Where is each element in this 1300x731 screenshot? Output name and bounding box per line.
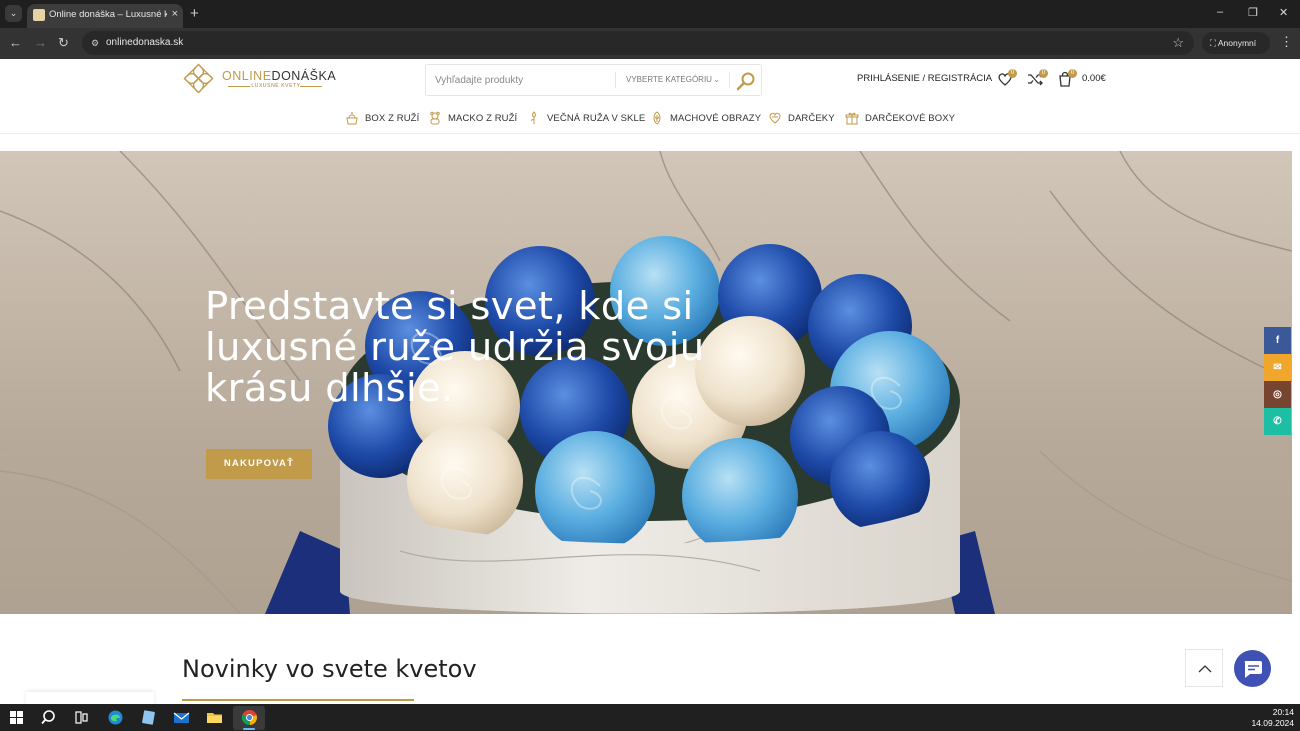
nav-item-label: DARČEKOVÉ BOXY bbox=[865, 112, 956, 124]
browser-menu-icon[interactable]: ⋮ bbox=[1280, 34, 1293, 50]
category-select-label: VYBERTE KATEGÓRIU bbox=[626, 75, 712, 84]
favicon-icon bbox=[33, 9, 45, 21]
nav-item-label: VEČNÁ RUŽA V SKLE bbox=[547, 112, 646, 124]
nav-item-label: BOX Z RUŽÍ bbox=[365, 112, 420, 124]
moss-frame-icon bbox=[653, 111, 661, 125]
search-form: VYBERTE KATEGÓRIU ⌄ bbox=[425, 64, 762, 96]
cart-total[interactable]: 0.00€ bbox=[1082, 73, 1106, 84]
section-underline bbox=[182, 699, 414, 701]
chevron-down-icon: ⌄ bbox=[713, 75, 720, 84]
shop-now-button[interactable]: NAKUPOVAŤ bbox=[206, 449, 312, 479]
nav-item-label: MACHOVÉ OBRAZY bbox=[670, 112, 762, 124]
close-window-button[interactable]: ✕ bbox=[1279, 6, 1288, 19]
incognito-icon: ⛶ bbox=[1210, 38, 1218, 48]
compare-count-badge: 0 bbox=[1039, 69, 1048, 78]
rose-box-icon bbox=[346, 112, 358, 125]
windows-taskbar: 20:14 14.09.2024 bbox=[0, 704, 1300, 731]
rose-dome-icon bbox=[531, 111, 536, 124]
browser-tab-bar: ⌄ Online donáška – Luxusné kvety × + – ❐… bbox=[0, 0, 1300, 28]
whatsapp-icon[interactable]: ✆ bbox=[1264, 408, 1291, 435]
logo-donaska: DONÁŠKA bbox=[271, 69, 337, 83]
site-info-icon[interactable]: ⚙ bbox=[88, 36, 102, 50]
nav-item-box-z-ruzi[interactable]: BOX Z RUŽÍ bbox=[345, 107, 419, 129]
nav-item-machove-obrazy[interactable]: MACHOVÉ OBRAZY bbox=[650, 107, 761, 129]
hero-heading: Predstavte si svet, kde si luxusné ruže … bbox=[205, 284, 705, 411]
facebook-share-icon[interactable]: f bbox=[1264, 327, 1291, 354]
edge-browser-icon[interactable] bbox=[107, 709, 124, 726]
mail-icon[interactable] bbox=[173, 709, 190, 726]
url-text[interactable]: onlinedonaska.sk bbox=[106, 37, 183, 48]
hero-banner: Predstavte si svet, kde si luxusné ruže … bbox=[0, 151, 1292, 614]
bookmark-star-icon[interactable]: ☆ bbox=[1172, 35, 1184, 51]
browser-tab[interactable]: Online donáška – Luxusné kvety × bbox=[27, 4, 183, 28]
login-register-link[interactable]: PRIHLÁSENIE / REGISTRÁCIA bbox=[857, 73, 992, 84]
nav-item-darceky[interactable]: DARČEKY bbox=[768, 107, 835, 129]
clock-time: 20:14 bbox=[1272, 707, 1294, 717]
chevron-up-icon bbox=[1198, 665, 1212, 673]
minimize-button[interactable]: – bbox=[1217, 6, 1223, 18]
back-arrow-icon[interactable]: ← bbox=[9, 35, 22, 50]
teddy-bear-icon bbox=[430, 111, 440, 125]
email-share-icon[interactable]: ✉ bbox=[1264, 354, 1291, 381]
instagram-icon[interactable]: ◎ bbox=[1264, 381, 1291, 408]
cart-count-badge: 0 bbox=[1068, 69, 1077, 78]
forward-arrow-icon[interactable]: → bbox=[34, 35, 47, 50]
system-clock[interactable]: 20:14 14.09.2024 bbox=[1251, 707, 1294, 729]
windows-start-icon[interactable] bbox=[8, 709, 25, 726]
search-input[interactable] bbox=[426, 65, 616, 95]
heart-gift-icon bbox=[769, 112, 781, 124]
logo-wordmark[interactable]: ONLINEDONÁŠKA bbox=[222, 69, 336, 83]
site-header: ONLINEDONÁŠKA LUXUSNÉ KVETY VYBERTE KATE… bbox=[0, 59, 1300, 134]
search-icon[interactable] bbox=[733, 69, 759, 93]
chat-icon bbox=[1244, 661, 1262, 678]
clock-date: 14.09.2024 bbox=[1251, 718, 1294, 728]
restore-button[interactable]: ❐ bbox=[1248, 6, 1258, 19]
address-bar[interactable]: ⚙ onlinedonaska.sk ☆ bbox=[82, 31, 1194, 55]
nav-item-macko-z-ruzi[interactable]: MACKO Z RUŽÍ bbox=[428, 107, 517, 129]
section-heading: Novinky vo svete kvetov bbox=[182, 655, 477, 683]
nav-item-label: MACKO Z RUŽÍ bbox=[448, 112, 518, 124]
task-view-icon[interactable] bbox=[73, 709, 90, 726]
tab-search-button[interactable]: ⌄ bbox=[5, 5, 22, 22]
incognito-profile-button[interactable]: ⛶ Anonymní bbox=[1202, 32, 1270, 54]
search-icon[interactable] bbox=[40, 709, 57, 726]
browser-toolbar: ← → ↻ ⚙ onlinedonaska.sk ☆ bbox=[0, 28, 1300, 59]
notepad-icon[interactable] bbox=[140, 709, 157, 726]
nav-item-darcekove-boxy[interactable]: DARČEKOVÉ BOXY bbox=[845, 107, 955, 129]
chat-button[interactable] bbox=[1234, 650, 1271, 687]
nav-item-label: DARČEKY bbox=[788, 112, 835, 124]
nav-item-vecna-ruza[interactable]: VEČNÁ RUŽA V SKLE bbox=[527, 107, 645, 129]
gift-box-icon bbox=[845, 112, 859, 125]
active-app-indicator bbox=[243, 728, 255, 730]
logo-icon[interactable] bbox=[182, 62, 215, 95]
category-nav: BOX Z RUŽÍ MACKO Z RUŽÍ VEČNÁ RUŽA V SKL… bbox=[0, 107, 1300, 129]
file-explorer-icon[interactable] bbox=[206, 709, 223, 726]
tab-close-icon[interactable]: × bbox=[172, 8, 178, 20]
new-tab-button[interactable]: + bbox=[190, 5, 199, 22]
category-select[interactable]: VYBERTE KATEGÓRIU ⌄ bbox=[615, 72, 730, 88]
logo-online: ONLINE bbox=[222, 69, 272, 83]
scroll-to-top-button[interactable] bbox=[1185, 649, 1223, 687]
reload-icon[interactable]: ↻ bbox=[58, 35, 69, 51]
profile-label: Anonymní bbox=[1217, 38, 1257, 48]
tab-title: Online donáška – Luxusné kvety bbox=[49, 9, 167, 20]
chrome-icon[interactable] bbox=[241, 709, 258, 726]
wishlist-count-badge: 0 bbox=[1008, 69, 1017, 78]
logo-divider bbox=[300, 86, 322, 87]
